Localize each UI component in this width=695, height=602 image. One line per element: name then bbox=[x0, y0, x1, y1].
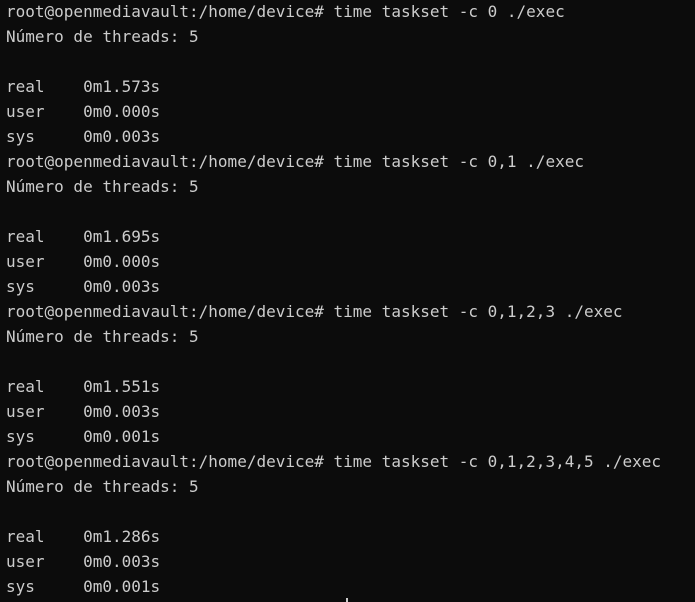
timing-sys: sys 0m0.001s bbox=[6, 577, 161, 596]
command-line-1: root@openmediavault:/home/device# time t… bbox=[6, 2, 565, 21]
timing-user: user 0m0.003s bbox=[6, 402, 161, 421]
timing-user: user 0m0.003s bbox=[6, 552, 161, 571]
output-line: Número de threads: 5 bbox=[6, 327, 199, 346]
timing-sys: sys 0m0.001s bbox=[6, 427, 161, 446]
command-line-4: root@openmediavault:/home/device# time t… bbox=[6, 452, 662, 471]
timing-real: real 0m1.286s bbox=[6, 527, 161, 546]
command-line-3: root@openmediavault:/home/device# time t… bbox=[6, 302, 623, 321]
timing-user: user 0m0.000s bbox=[6, 252, 161, 271]
timing-real: real 0m1.695s bbox=[6, 227, 161, 246]
timing-real: real 0m1.573s bbox=[6, 77, 161, 96]
timing-user: user 0m0.000s bbox=[6, 102, 161, 121]
text-cursor bbox=[346, 598, 348, 602]
output-line: Número de threads: 5 bbox=[6, 477, 199, 496]
timing-sys: sys 0m0.003s bbox=[6, 127, 161, 146]
output-line: Número de threads: 5 bbox=[6, 27, 199, 46]
command-line-2: root@openmediavault:/home/device# time t… bbox=[6, 152, 584, 171]
output-line: Número de threads: 5 bbox=[6, 177, 199, 196]
terminal-output[interactable]: root@openmediavault:/home/device# time t… bbox=[0, 0, 695, 602]
timing-real: real 0m1.551s bbox=[6, 377, 161, 396]
timing-sys: sys 0m0.003s bbox=[6, 277, 161, 296]
